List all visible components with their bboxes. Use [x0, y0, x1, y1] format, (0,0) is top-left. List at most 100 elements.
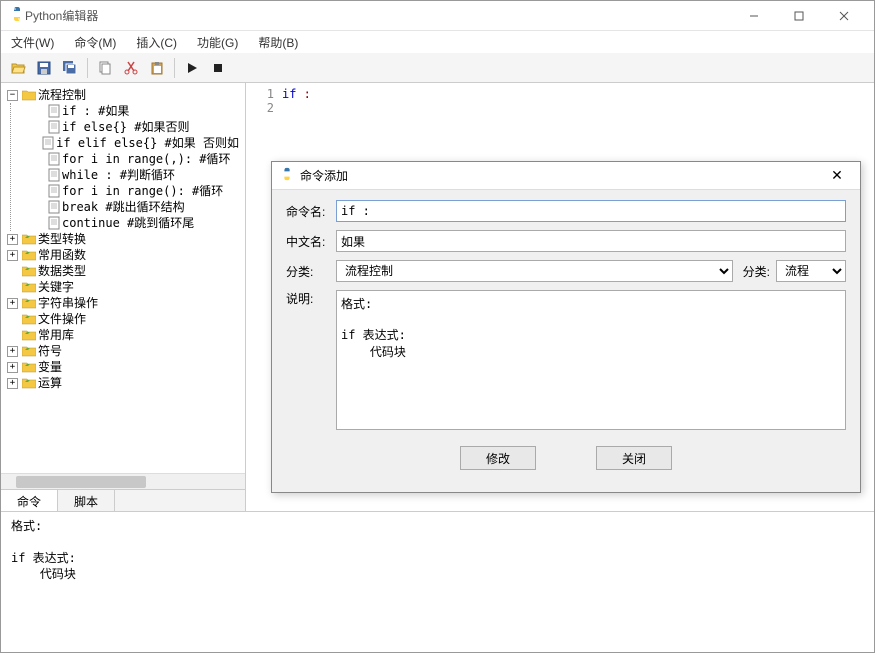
- dialog-title: 命令添加: [300, 167, 822, 184]
- category-select[interactable]: 流程控制: [336, 260, 733, 282]
- paste-button[interactable]: [146, 57, 168, 79]
- line-number: 2: [254, 101, 274, 115]
- tab-commands[interactable]: 命令: [1, 490, 58, 511]
- tree-item[interactable]: break #跳出循环结构: [31, 199, 241, 215]
- menu-func[interactable]: 功能(G): [193, 32, 242, 53]
- cut-button[interactable]: [120, 57, 142, 79]
- label-command-name: 命令名:: [286, 203, 336, 220]
- save-button[interactable]: [33, 57, 55, 79]
- expand-icon[interactable]: +: [7, 234, 18, 245]
- tree-item[interactable]: if : #如果: [31, 103, 241, 119]
- description-textarea[interactable]: [336, 290, 846, 430]
- label-category2: 分类:: [743, 263, 770, 280]
- tree-item-label: break #跳出循环结构: [62, 199, 185, 215]
- tree[interactable]: − 流程控制 if : #如果if else{} #如果否则if elif el…: [1, 83, 245, 473]
- tree-item-label: if else{} #如果否则: [62, 119, 189, 135]
- folder-icon: [22, 265, 36, 277]
- close-button[interactable]: [821, 1, 866, 30]
- tree-item[interactable]: continue #跳到循环尾: [31, 215, 241, 231]
- tree-label: 流程控制: [38, 87, 86, 103]
- folder-icon: [22, 233, 36, 245]
- tree-folder[interactable]: + 字符串操作: [5, 295, 241, 311]
- tree-folder-label: 常用库: [38, 327, 74, 343]
- run-button[interactable]: [181, 57, 203, 79]
- scrollbar-horizontal[interactable]: [1, 473, 245, 489]
- dialog-close-button[interactable]: ✕: [822, 167, 852, 184]
- menu-help[interactable]: 帮助(B): [254, 32, 302, 53]
- scrollbar-thumb[interactable]: [16, 476, 146, 488]
- toolbar-separator: [87, 58, 88, 78]
- modify-button[interactable]: 修改: [460, 446, 536, 470]
- window-title: Python编辑器: [25, 7, 731, 24]
- open-button[interactable]: [7, 57, 29, 79]
- folder-icon: [22, 313, 36, 325]
- sidebar: − 流程控制 if : #如果if else{} #如果否则if elif el…: [1, 83, 246, 511]
- tree-folder-label: 关键字: [38, 279, 74, 295]
- tree-folder[interactable]: 数据类型: [5, 263, 241, 279]
- tree-folder[interactable]: 关键字: [5, 279, 241, 295]
- folder-icon: [22, 377, 36, 389]
- tree-item[interactable]: while : #判断循环: [31, 167, 241, 183]
- document-icon: [48, 104, 60, 118]
- folder-icon: [22, 89, 36, 101]
- document-icon: [48, 184, 60, 198]
- sidebar-tabs: 命令 脚本: [1, 489, 245, 511]
- tree-item[interactable]: for i in range(,): #循环: [31, 151, 241, 167]
- folder-icon: [22, 281, 36, 293]
- expand-icon[interactable]: +: [7, 362, 18, 373]
- tree-folder[interactable]: +常用函数: [5, 247, 241, 263]
- tree-folder-label: 字符串操作: [38, 295, 98, 311]
- label-chinese-name: 中文名:: [286, 233, 336, 250]
- tree-item-label: while : #判断循环: [62, 167, 175, 183]
- menubar: 文件(W) 命令(M) 插入(C) 功能(G) 帮助(B): [1, 31, 874, 53]
- command-name-input[interactable]: [336, 200, 846, 222]
- folder-icon: [22, 297, 36, 309]
- tree-folder-label: 文件操作: [38, 311, 86, 327]
- tree-folder-label: 运算: [38, 375, 62, 391]
- titlebar: Python编辑器: [1, 1, 874, 31]
- expand-icon[interactable]: +: [7, 346, 18, 357]
- menu-insert[interactable]: 插入(C): [132, 32, 181, 53]
- maximize-button[interactable]: [776, 1, 821, 30]
- tab-script[interactable]: 脚本: [58, 490, 115, 511]
- folder-icon: [22, 249, 36, 261]
- document-icon: [48, 200, 60, 214]
- tree-folder-root[interactable]: − 流程控制: [5, 87, 241, 103]
- dialog-titlebar: 命令添加 ✕: [272, 162, 860, 190]
- minimize-button[interactable]: [731, 1, 776, 30]
- tree-folder[interactable]: +变量: [5, 359, 241, 375]
- tree-folder[interactable]: + 符号: [5, 343, 241, 359]
- toolbar: [1, 53, 874, 83]
- document-icon: [42, 136, 54, 150]
- tree-item-label: if elif else{} #如果 否则如: [56, 135, 239, 151]
- tree-folder[interactable]: 文件操作: [5, 311, 241, 327]
- menu-cmd[interactable]: 命令(M): [70, 32, 120, 53]
- tree-folder[interactable]: +类型转换: [5, 231, 241, 247]
- tree-folder[interactable]: + 运算: [5, 375, 241, 391]
- tree-folder[interactable]: 常用库: [5, 327, 241, 343]
- document-icon: [48, 216, 60, 230]
- folder-icon: [22, 329, 36, 341]
- toolbar-separator: [174, 58, 175, 78]
- collapse-icon[interactable]: −: [7, 90, 18, 101]
- tree-folder-label: 符号: [38, 343, 62, 359]
- expand-icon[interactable]: +: [7, 298, 18, 309]
- copy-button[interactable]: [94, 57, 116, 79]
- document-icon: [48, 168, 60, 182]
- command-add-dialog: 命令添加 ✕ 命令名: 中文名: 分类: 流程控制 分类: 流程 说明: 修改 …: [271, 161, 861, 493]
- tree-item[interactable]: for i in range(): #循环: [31, 183, 241, 199]
- close-button[interactable]: 关闭: [596, 446, 672, 470]
- tree-folder-label: 数据类型: [38, 263, 86, 279]
- stop-button[interactable]: [207, 57, 229, 79]
- tree-item[interactable]: if else{} #如果否则: [31, 119, 241, 135]
- expand-icon[interactable]: +: [7, 250, 18, 261]
- saveall-button[interactable]: [59, 57, 81, 79]
- tree-item[interactable]: if elif else{} #如果 否则如: [31, 135, 241, 151]
- tree-item-label: if : #如果: [62, 103, 129, 119]
- expand-icon[interactable]: +: [7, 378, 18, 389]
- menu-file[interactable]: 文件(W): [7, 32, 58, 53]
- tree-item-label: continue #跳到循环尾: [62, 215, 194, 231]
- category2-select[interactable]: 流程: [776, 260, 846, 282]
- document-icon: [48, 120, 60, 134]
- chinese-name-input[interactable]: [336, 230, 846, 252]
